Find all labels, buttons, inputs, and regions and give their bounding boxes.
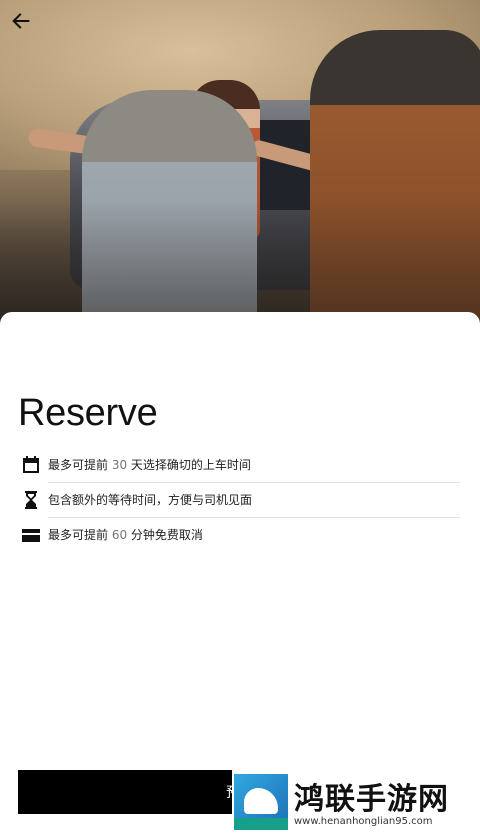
- arrow-left-icon: [12, 13, 30, 29]
- watermark-url: www.henanhonglian95.com: [294, 816, 433, 827]
- feature-number: 60: [111, 528, 128, 542]
- feature-text: 最多可提前 60 分钟免费取消: [48, 528, 203, 542]
- watermark-title: 鸿联手游网: [294, 782, 449, 817]
- feature-row-free-cancel: 最多可提前 60 分钟免费取消: [20, 518, 460, 552]
- bottom-sheet: [0, 312, 480, 834]
- credit-card-icon: [20, 524, 42, 546]
- back-button[interactable]: [8, 8, 34, 34]
- page-title: Reserve: [18, 392, 158, 434]
- watermark-logo-icon: [234, 774, 288, 830]
- horse-icon: [244, 788, 278, 814]
- hero-image: [0, 0, 480, 330]
- feature-row-advance-booking: 最多可提前 30 天选择确切的上车时间: [20, 448, 460, 483]
- watermark: 鸿联手游网 www.henanhonglian95.com: [232, 770, 480, 834]
- feature-text: 包含额外的等待时间，方便与司机见面: [48, 483, 460, 518]
- feature-number: 30: [111, 457, 128, 472]
- calendar-icon: [20, 454, 42, 476]
- hero-floor-shade: [0, 200, 480, 330]
- feature-row-wait-time: 包含额外的等待时间，方便与司机见面: [20, 483, 460, 518]
- logo-band: [234, 818, 288, 830]
- hourglass-icon: [20, 489, 42, 511]
- feature-text: 最多可提前 30 天选择确切的上车时间: [48, 448, 460, 483]
